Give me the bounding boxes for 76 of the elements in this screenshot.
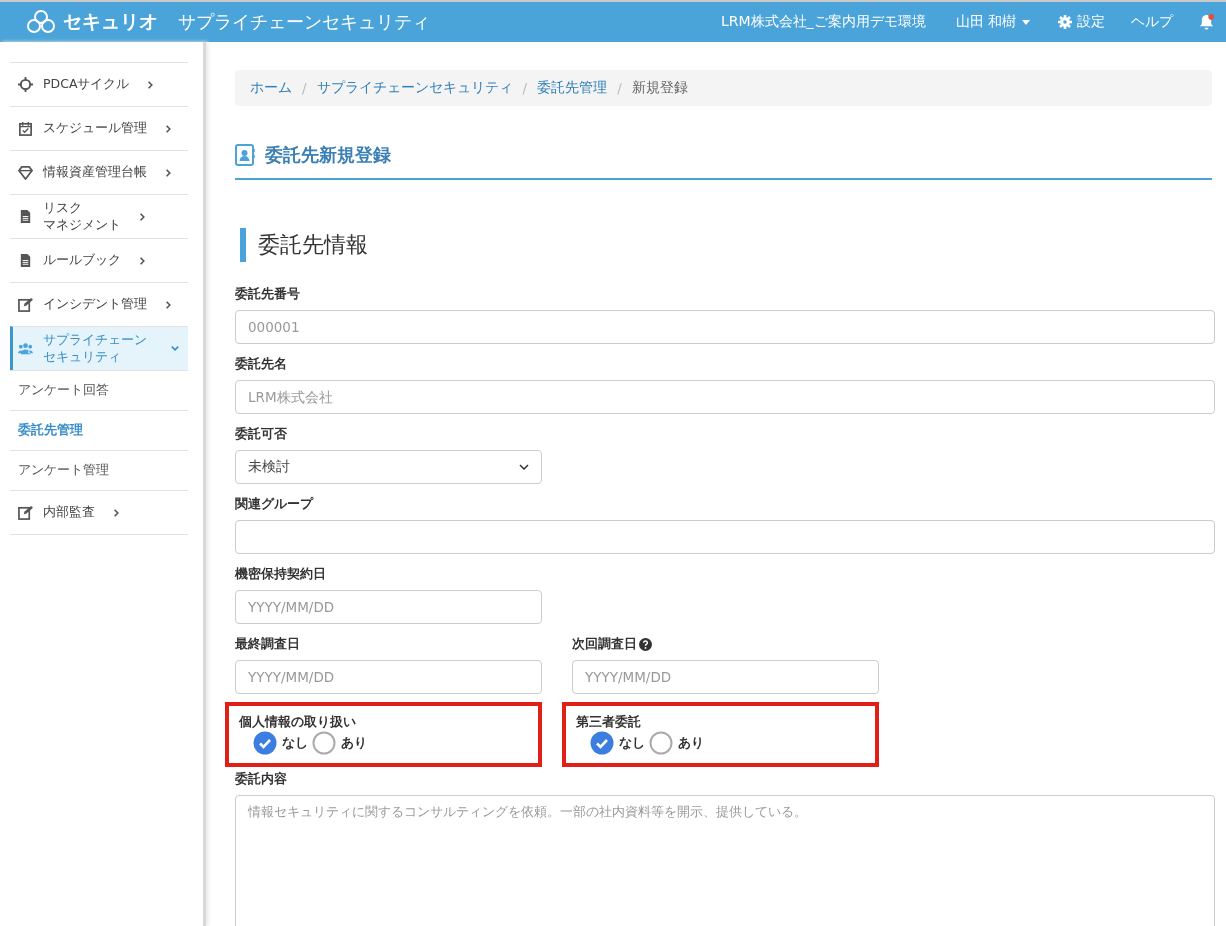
sidebar-subitem[interactable]: アンケート管理 bbox=[10, 450, 188, 490]
field-label: 次回調査日 bbox=[572, 636, 637, 653]
breadcrumb-current: 新規登録 bbox=[631, 79, 688, 97]
date-field[interactable]: YYYY/MM/DD bbox=[572, 660, 879, 694]
calendar-icon bbox=[18, 121, 33, 136]
radio-unchecked-icon[interactable] bbox=[312, 731, 336, 755]
settings-icon bbox=[1058, 15, 1072, 29]
field-label: 委託先名 bbox=[235, 356, 287, 373]
sidebar-subitem[interactable]: 委託先管理 bbox=[10, 410, 188, 450]
sidebar-item[interactable]: 内部監査 bbox=[10, 490, 188, 534]
menu-label: ルールブック bbox=[43, 252, 121, 269]
text-field[interactable]: 000001 bbox=[235, 310, 1215, 344]
accent-bar bbox=[240, 228, 246, 262]
crosshair-icon bbox=[18, 77, 33, 92]
date-field[interactable]: YYYY/MM/DD bbox=[235, 590, 542, 624]
radio-option[interactable]: なし bbox=[253, 731, 308, 755]
users-icon bbox=[18, 341, 33, 356]
select-field[interactable]: 未検討 bbox=[235, 450, 542, 484]
menu-label: PDCAサイクル bbox=[43, 76, 130, 93]
breadcrumb-link[interactable]: ホーム bbox=[250, 79, 292, 97]
field-label: 第三者委託 bbox=[576, 714, 641, 731]
sidebar-item[interactable]: スケジュール管理 bbox=[10, 106, 188, 150]
sidebar-item[interactable]: ルールブック bbox=[10, 238, 188, 282]
menu-label: インシデント管理 bbox=[43, 296, 147, 313]
diamond-icon bbox=[18, 165, 33, 180]
chevron-right-icon bbox=[165, 168, 173, 177]
menu-label: スケジュール管理 bbox=[43, 120, 147, 137]
radio-option[interactable]: あり bbox=[312, 731, 367, 755]
field-label: 委託可否 bbox=[235, 426, 287, 443]
contact-card-icon bbox=[235, 144, 255, 166]
breadcrumb-link[interactable]: 委託先管理 bbox=[537, 79, 608, 97]
logo-icon bbox=[26, 9, 56, 35]
chevron-right-icon bbox=[139, 212, 147, 221]
edit-icon bbox=[18, 505, 33, 520]
radio-option[interactable]: あり bbox=[649, 731, 704, 755]
breadcrumb-separator: / bbox=[302, 80, 307, 96]
breadcrumb-separator: / bbox=[522, 80, 528, 96]
sidebar-item[interactable]: 情報資産管理台帳 bbox=[10, 150, 188, 194]
text-area[interactable]: 情報セキュリティに関するコンサルティングを依頼。一部の社内資料等を開示、提供している。 bbox=[235, 795, 1215, 926]
menu-label: 内部監査 bbox=[43, 504, 95, 521]
chevron-right-icon bbox=[165, 300, 173, 309]
chevron-down-icon bbox=[171, 344, 179, 353]
document-icon bbox=[18, 253, 33, 268]
caret-icon bbox=[1022, 19, 1030, 25]
field-label: 委託内容 bbox=[235, 771, 287, 788]
breadcrumb-separator: / bbox=[617, 80, 622, 96]
bell-icon[interactable] bbox=[1199, 13, 1214, 31]
field-label: 関連グループ bbox=[235, 496, 313, 513]
chevron-right-icon bbox=[139, 256, 147, 265]
chevron-down-icon bbox=[519, 464, 529, 470]
breadcrumb-link[interactable]: サプライチェーンセキュリティ bbox=[316, 79, 513, 97]
menu-label: 情報資産管理台帳 bbox=[43, 164, 147, 181]
radio-checked-icon[interactable] bbox=[253, 731, 277, 755]
radio-option[interactable]: なし bbox=[590, 731, 645, 755]
field-label: 最終調査日 bbox=[235, 636, 300, 653]
menu-label: リスク マネジメント bbox=[43, 199, 121, 234]
date-field[interactable]: YYYY/MM/DD bbox=[235, 660, 542, 694]
chevron-right-icon bbox=[113, 508, 121, 517]
organization-name: LRM株式会社_ご案内用デモ環境 bbox=[720, 13, 926, 31]
page-title: 委託先新規登録 bbox=[265, 143, 391, 167]
chevron-right-icon bbox=[165, 124, 173, 133]
field-label: 機密保持契約日 bbox=[235, 566, 326, 583]
sidebar-item[interactable]: PDCAサイクル bbox=[10, 62, 188, 106]
field-label: 委託先番号 bbox=[235, 286, 300, 303]
text-field[interactable] bbox=[235, 520, 1215, 554]
edit-icon bbox=[18, 297, 33, 312]
menu-label: サプライチェーン セキュリティ bbox=[43, 331, 147, 366]
sidebar-subitem[interactable]: アンケート回答 bbox=[10, 370, 188, 410]
sidebar-item[interactable]: リスク マネジメント bbox=[10, 194, 188, 238]
field-label: 個人情報の取り扱い bbox=[239, 714, 356, 731]
app-title: サプライチェーンセキュリティ bbox=[178, 10, 430, 34]
radio-unchecked-icon[interactable] bbox=[649, 731, 673, 755]
text-field[interactable]: LRM株式会社 bbox=[235, 380, 1215, 414]
document-icon bbox=[18, 209, 33, 224]
radio-checked-icon[interactable] bbox=[590, 731, 614, 755]
section-title: 委託先情報 bbox=[258, 231, 368, 259]
